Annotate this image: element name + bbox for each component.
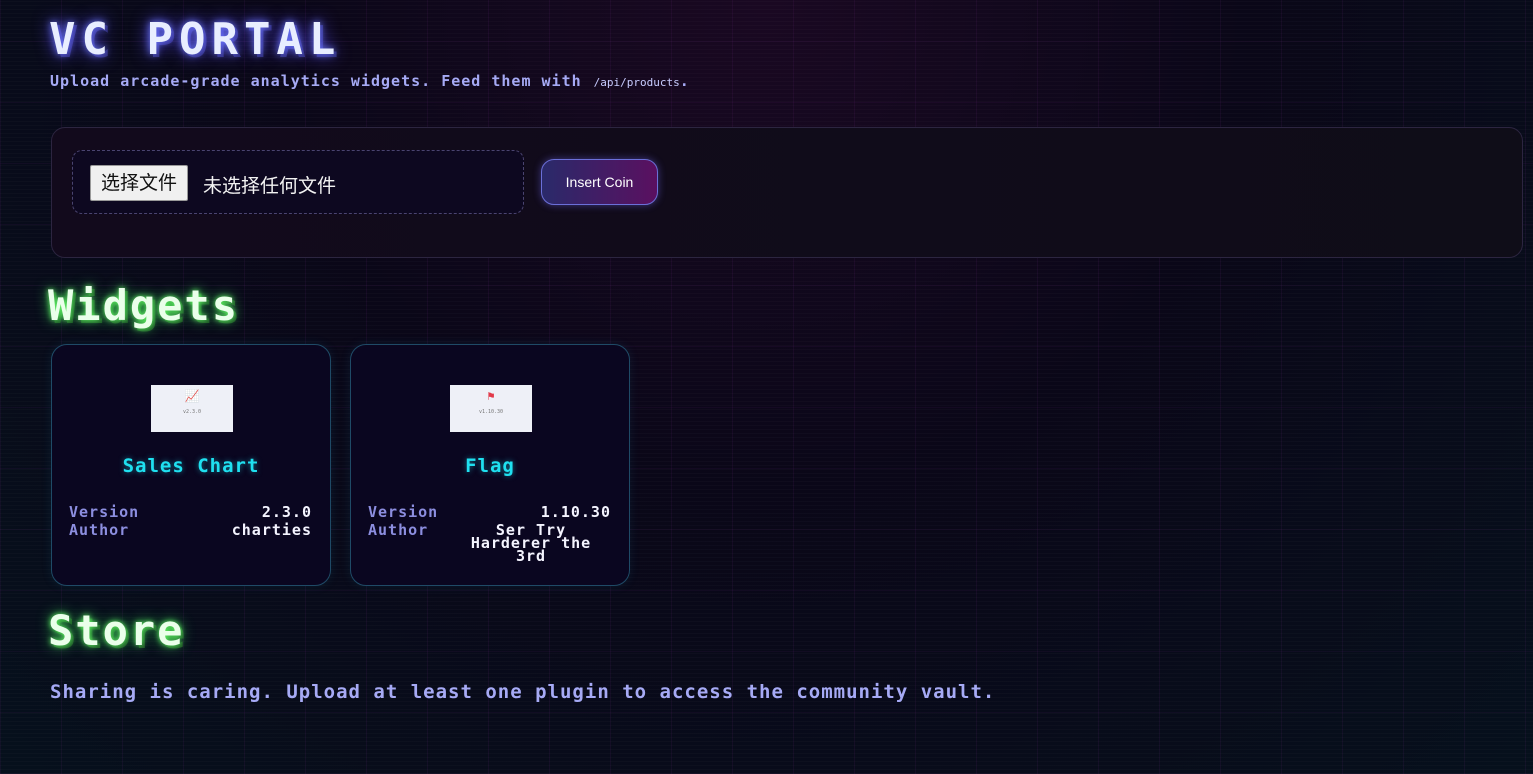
page-subtitle: Upload arcade-grade analytics widgets. F… bbox=[50, 72, 690, 90]
version-label: Version bbox=[368, 503, 439, 521]
author-value: charties bbox=[231, 521, 312, 539]
choose-file-button[interactable]: 选择文件 bbox=[90, 165, 189, 201]
author-label: Author bbox=[368, 521, 429, 539]
widget-thumbnail: ⚑ v1.10.30 bbox=[450, 385, 532, 432]
subtitle-text: Upload arcade-grade analytics widgets. F… bbox=[50, 72, 582, 90]
flag-icon: ⚑ bbox=[487, 389, 495, 403]
version-label: Version bbox=[69, 503, 140, 521]
store-heading: Store bbox=[48, 606, 185, 655]
widgets-heading: Widgets bbox=[48, 281, 240, 330]
insert-coin-button[interactable]: Insert Coin bbox=[541, 159, 658, 205]
widget-card-sales-chart[interactable]: 📈 v2.3.0 Sales Chart Version 2.3.0 Autho… bbox=[51, 344, 331, 586]
page-title: VC PORTAL bbox=[49, 14, 342, 65]
file-status: 未选择任何文件 bbox=[203, 175, 337, 197]
thumbnail-version: v1.10.30 bbox=[478, 409, 504, 415]
upload-panel: 选择文件 未选择任何文件 Insert Coin bbox=[51, 127, 1523, 258]
subtitle-period: . bbox=[679, 72, 690, 90]
file-input[interactable]: 选择文件 未选择任何文件 bbox=[72, 150, 524, 214]
author-value: Ser Try Harderer the 3rd bbox=[470, 521, 592, 565]
widget-name: Sales Chart bbox=[122, 455, 260, 477]
chart-icon: 📈 bbox=[184, 389, 200, 403]
author-label: Author bbox=[69, 521, 130, 539]
widget-name: Flag bbox=[465, 455, 515, 477]
version-value: 1.10.30 bbox=[540, 503, 611, 521]
widget-card-flag[interactable]: ⚑ v1.10.30 Flag Version 1.10.30 Author S… bbox=[350, 344, 630, 586]
thumbnail-version: v2.3.0 bbox=[182, 409, 202, 415]
store-message: Sharing is caring. Upload at least one p… bbox=[50, 681, 996, 703]
version-value: 2.3.0 bbox=[261, 503, 312, 521]
api-endpoint: /api/products bbox=[593, 76, 680, 89]
widget-thumbnail: 📈 v2.3.0 bbox=[151, 385, 233, 432]
